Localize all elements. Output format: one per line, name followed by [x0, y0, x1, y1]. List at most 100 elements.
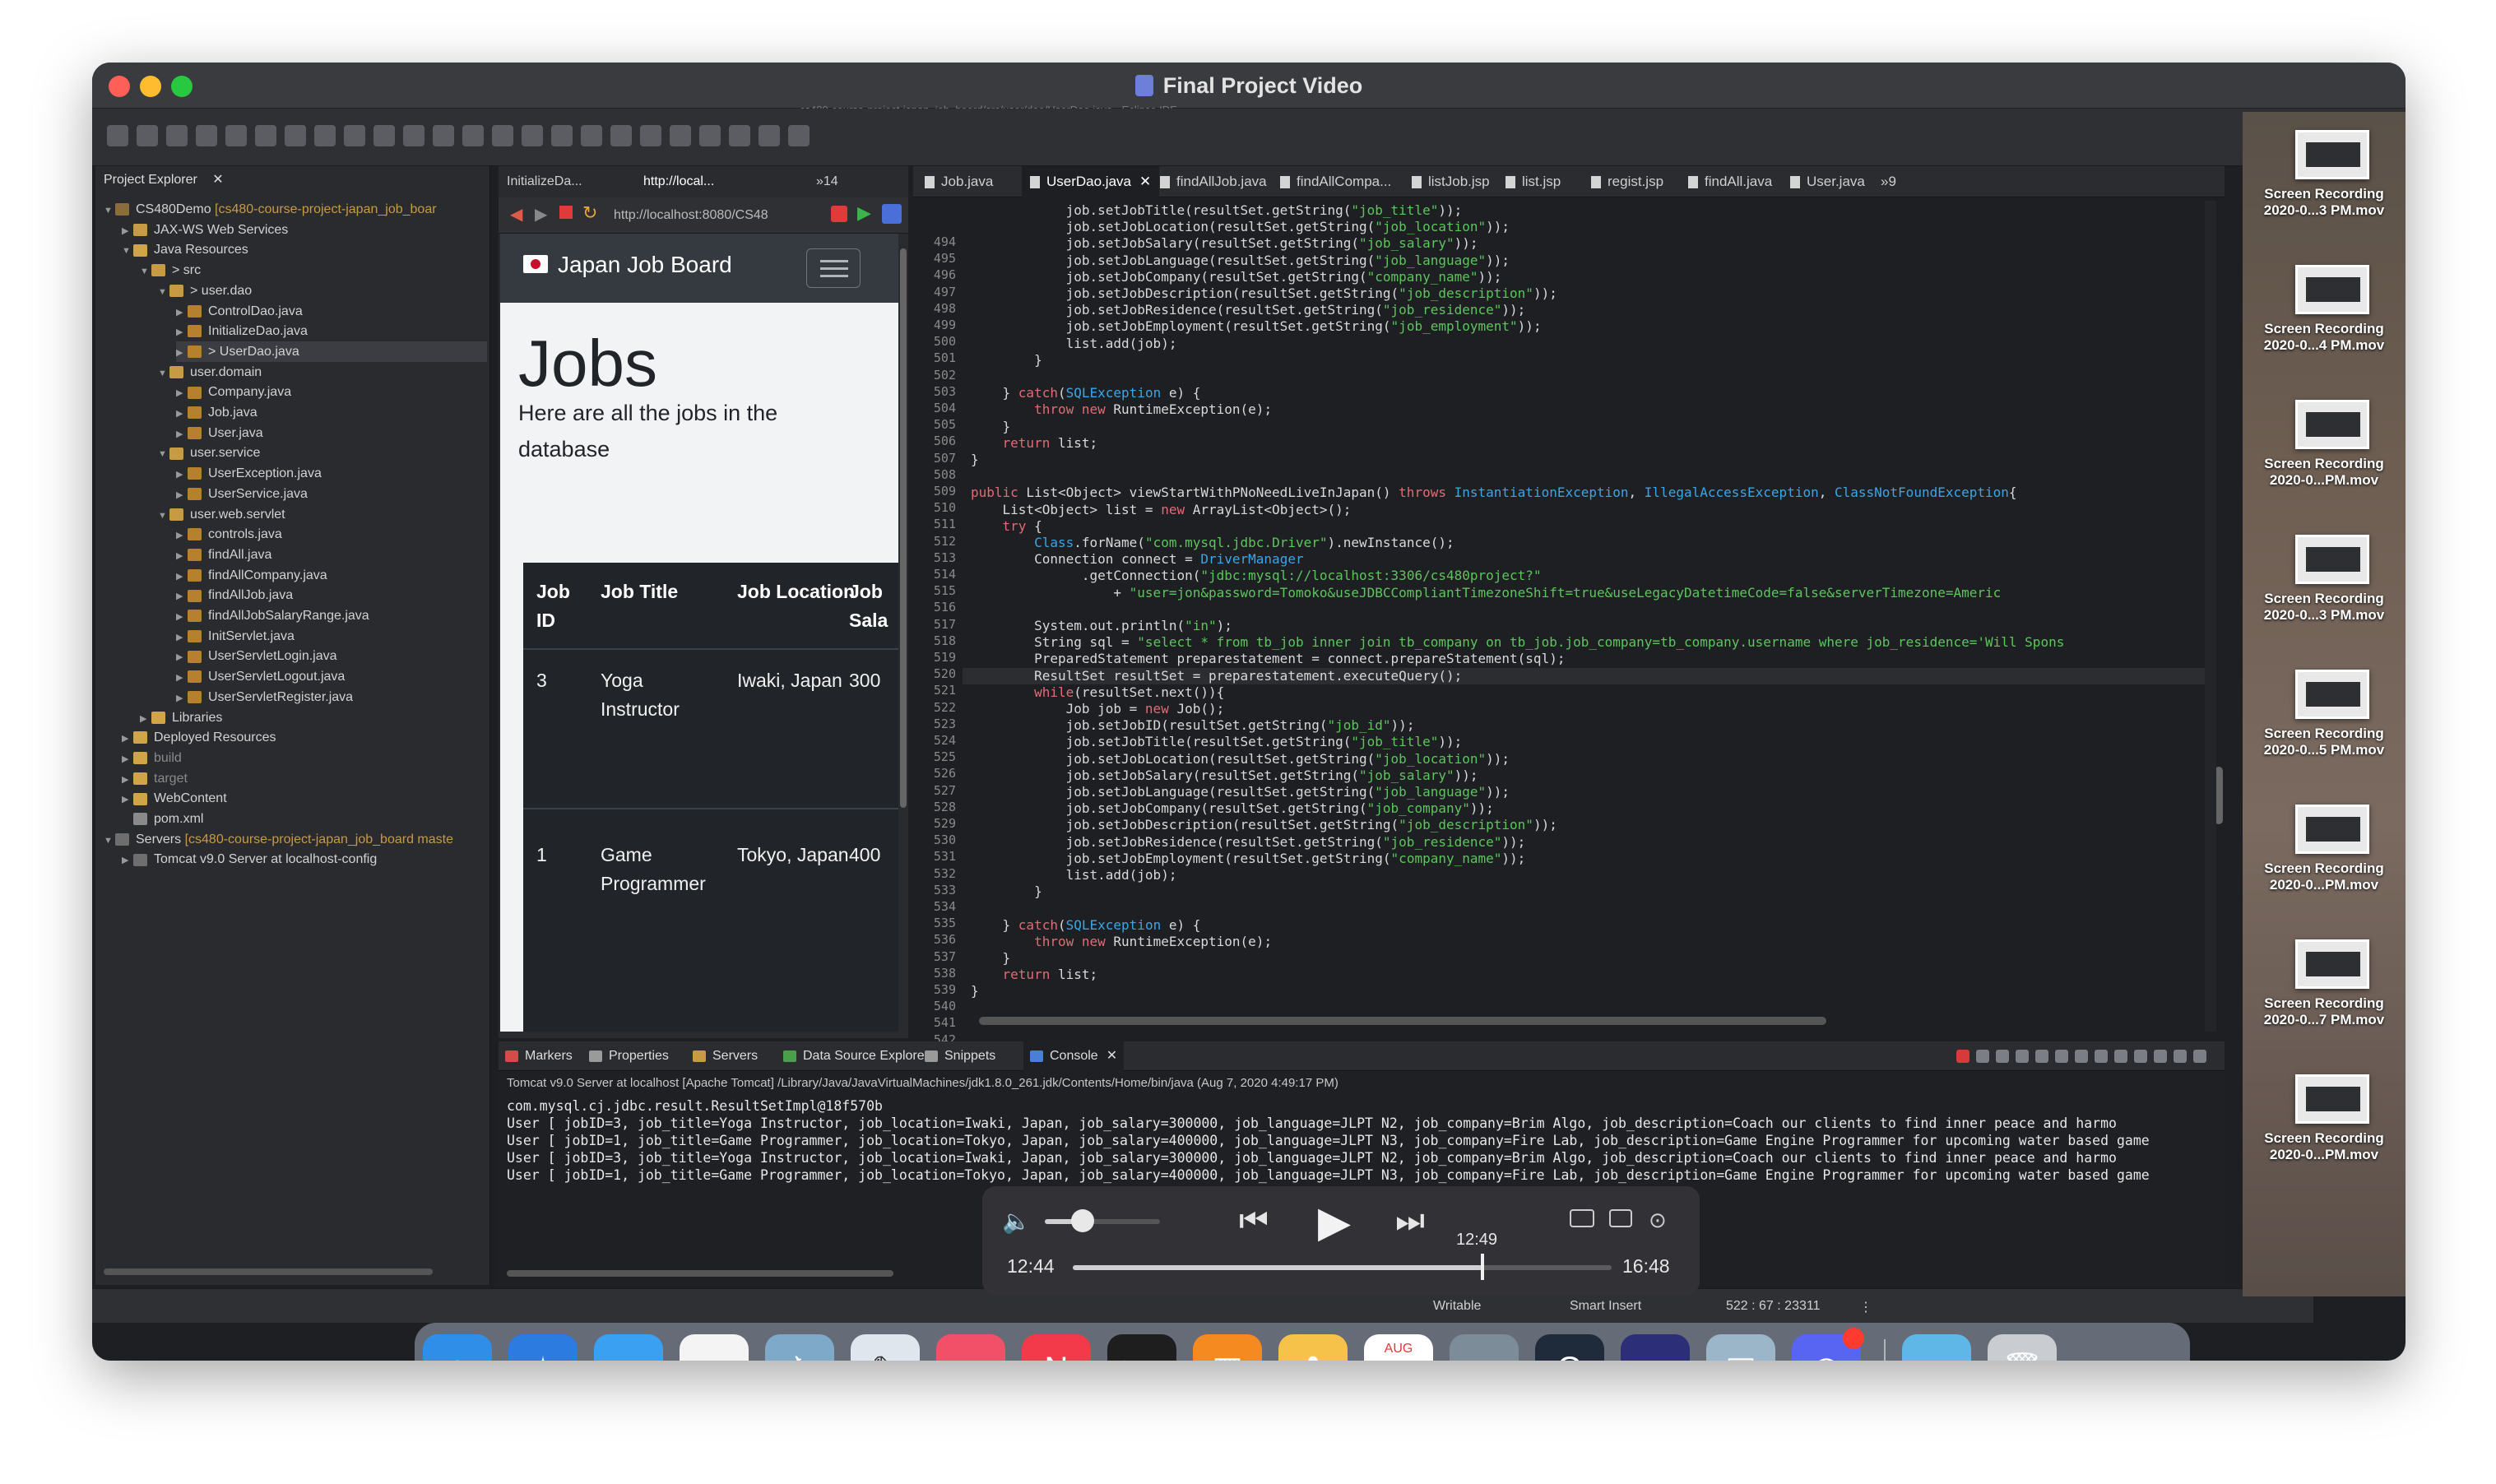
- toolbar-tool-icon[interactable]: [137, 125, 158, 146]
- play-icon[interactable]: ▶: [1318, 1198, 1351, 1247]
- tree-item[interactable]: ▼ > src: [140, 260, 487, 281]
- textedit-icon[interactable]: ✎: [851, 1334, 920, 1361]
- subtitles-icon[interactable]: [1609, 1209, 1632, 1227]
- toolbar-tool-icon[interactable]: [433, 125, 454, 146]
- chevron-down-icon[interactable]: ▼: [140, 262, 151, 282]
- console-view-tab[interactable]: Properties: [589, 1041, 669, 1071]
- more-options-icon[interactable]: ⊙: [1649, 1208, 1667, 1233]
- back-icon[interactable]: ◀: [510, 204, 522, 225]
- chevron-down-icon[interactable]: ▼: [158, 506, 169, 526]
- console-view-tab[interactable]: Console ✕: [1023, 1041, 1125, 1071]
- url-field[interactable]: http://localhost:8080/CS48: [614, 203, 828, 228]
- photos-icon[interactable]: ✿: [1278, 1334, 1348, 1361]
- screen-recording-file[interactable]: Screen Recording 2020-0...PM.mov: [2243, 798, 2406, 933]
- chevron-right-icon[interactable]: ▶: [122, 221, 133, 242]
- chevron-right-icon[interactable]: ▶: [176, 485, 188, 506]
- finder-icon[interactable]: ☺: [423, 1334, 492, 1361]
- close-icon[interactable]: ✕: [1106, 1049, 1117, 1063]
- toolbar-tool-icon[interactable]: [581, 125, 602, 146]
- tree-item[interactable]: ▶ User.java: [176, 423, 487, 443]
- tree-item[interactable]: ▶ Libraries: [140, 707, 487, 728]
- tree-item[interactable]: ▶ JAX-WS Web Services: [122, 220, 487, 240]
- console-view-tab[interactable]: Servers: [693, 1041, 758, 1071]
- site-brand[interactable]: Japan Job Board: [558, 252, 732, 278]
- console-view-tab[interactable]: Snippets: [925, 1041, 995, 1071]
- music-icon[interactable]: ♫: [936, 1334, 1005, 1361]
- chevron-right-icon[interactable]: ▶: [176, 343, 188, 364]
- tree-item[interactable]: ▶ UserServletLogout.java: [176, 666, 487, 687]
- console-toolbar-icon[interactable]: [2095, 1050, 2108, 1063]
- airplay-icon[interactable]: [1570, 1209, 1594, 1227]
- toolbar-tool-icon[interactable]: [699, 125, 721, 146]
- tree-item[interactable]: ▶ findAllJob.java: [176, 585, 487, 605]
- refresh-icon[interactable]: ↻: [582, 202, 597, 224]
- terminal-icon[interactable]: >_: [1107, 1334, 1176, 1361]
- chevron-right-icon[interactable]: ▶: [176, 465, 188, 485]
- explorer-scrollbar[interactable]: [104, 1268, 433, 1275]
- quicktime-icon[interactable]: Q: [1535, 1334, 1604, 1361]
- toolbar-tool-icon[interactable]: [285, 125, 306, 146]
- browser-tab[interactable]: »14: [816, 168, 838, 196]
- toolbar-tool-icon[interactable]: [196, 125, 217, 146]
- console-toolbar-icon[interactable]: [2174, 1050, 2187, 1063]
- console-scrollbar[interactable]: [507, 1270, 893, 1277]
- volume-icon[interactable]: 🔈: [1002, 1208, 1031, 1235]
- downloads-folder-icon[interactable]: ▭: [1902, 1334, 1971, 1361]
- launchpad-icon[interactable]: ➶: [1450, 1334, 1519, 1361]
- chevron-right-icon[interactable]: ▶: [176, 668, 188, 689]
- rewind-icon[interactable]: ⏮: [1239, 1203, 1269, 1240]
- toolbar-tool-icon[interactable]: [225, 125, 247, 146]
- calendar-icon[interactable]: AUG7: [1364, 1334, 1433, 1361]
- screen-recording-file[interactable]: Screen Recording 2020-0...4 PM.mov: [2243, 258, 2406, 393]
- tree-item[interactable]: ▶ UserException.java: [176, 463, 487, 484]
- editor-tab[interactable]: list.jsp: [1505, 166, 1561, 197]
- toolbar-tool-icon[interactable]: [255, 125, 276, 146]
- editor-horizontal-scrollbar[interactable]: [979, 1017, 1826, 1025]
- tree-item[interactable]: ▼ CS480Demo [cs480-course-project-japan_j…: [104, 199, 487, 220]
- close-icon[interactable]: ✕: [212, 173, 223, 187]
- editor-tab[interactable]: findAll.java: [1688, 166, 1772, 197]
- tree-item[interactable]: ▶ findAllJobSalaryRange.java: [176, 605, 487, 626]
- tree-item[interactable]: ▶ Tomcat v9.0 Server at localhost-config: [122, 849, 487, 870]
- tree-item[interactable]: pom.xml: [122, 809, 487, 829]
- toolbar-tool-icon[interactable]: [403, 125, 425, 146]
- tree-item[interactable]: ▼ user.domain: [158, 362, 487, 383]
- tree-item[interactable]: ▶ target: [122, 768, 487, 789]
- messages-icon[interactable]: …: [594, 1334, 663, 1361]
- chevron-right-icon[interactable]: ▶: [176, 587, 188, 607]
- volume-knob[interactable]: [1071, 1209, 1095, 1232]
- console-view-tab[interactable]: Markers: [505, 1041, 573, 1071]
- tree-item[interactable]: ▶ controls.java: [176, 524, 487, 545]
- toolbar-tool-icon[interactable]: [373, 125, 395, 146]
- console-view-tab[interactable]: Data Source Explorer: [783, 1041, 929, 1071]
- tree-item[interactable]: ▼ Java Resources: [122, 239, 487, 260]
- url-dropdown-icon[interactable]: [831, 206, 847, 222]
- chevron-right-icon[interactable]: ▶: [122, 851, 133, 871]
- chevron-down-icon[interactable]: ▼: [104, 201, 115, 221]
- toolbar-tool-icon[interactable]: [788, 125, 810, 146]
- chevron-right-icon[interactable]: ▶: [176, 607, 188, 628]
- toolbar-tool-icon[interactable]: [344, 125, 365, 146]
- toolbar-tool-icon[interactable]: [314, 125, 336, 146]
- preview-icon[interactable]: ✈: [765, 1334, 834, 1361]
- tree-item[interactable]: ▼ Servers [cs480-course-project-japan_job…: [104, 829, 487, 850]
- browser-scrollbar[interactable]: [900, 248, 907, 808]
- toolbar-tool-icon[interactable]: [759, 125, 780, 146]
- tree-item[interactable]: ▶ Company.java: [176, 382, 487, 402]
- tree-item[interactable]: ▶ InitServlet.java: [176, 626, 487, 647]
- screen-recording-file[interactable]: Screen Recording 2020-0...7 PM.mov: [2243, 933, 2406, 1068]
- chevron-right-icon[interactable]: ▶: [176, 628, 188, 648]
- chevron-right-icon[interactable]: ▶: [176, 567, 188, 587]
- tree-item[interactable]: ▶ WebContent: [122, 788, 487, 809]
- editor-tab[interactable]: listJob.jsp: [1412, 166, 1490, 197]
- chevron-right-icon[interactable]: ▶: [122, 770, 133, 791]
- close-icon[interactable]: ✕: [1139, 174, 1151, 189]
- news-icon[interactable]: N: [1022, 1334, 1091, 1361]
- tree-item[interactable]: ▶ findAllCompany.java: [176, 565, 487, 586]
- console-toolbar-icon[interactable]: [1976, 1050, 1989, 1063]
- tree-item[interactable]: ▶ build: [122, 748, 487, 768]
- forward-icon[interactable]: ▶: [535, 204, 547, 225]
- toolbar-tool-icon[interactable]: [107, 125, 128, 146]
- chevron-right-icon[interactable]: ▶: [176, 424, 188, 445]
- tree-item[interactable]: ▶ findAll.java: [176, 545, 487, 565]
